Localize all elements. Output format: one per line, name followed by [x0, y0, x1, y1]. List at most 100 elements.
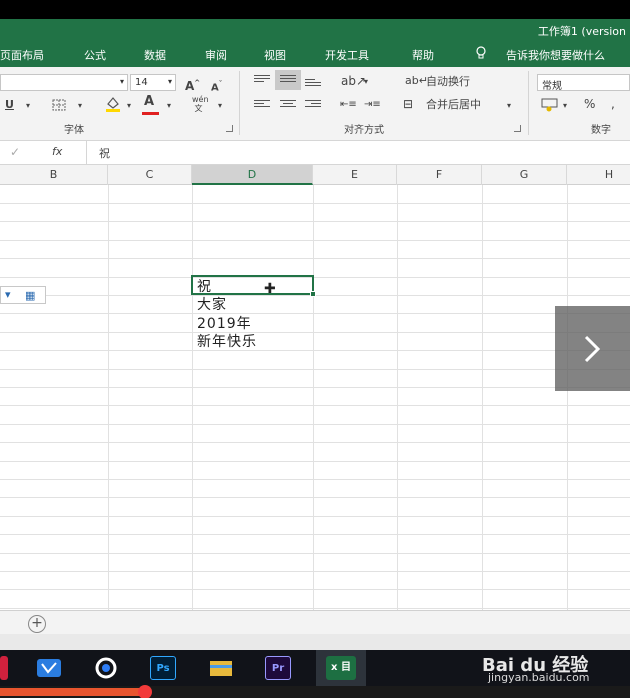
chevron-down-icon[interactable]: ▾	[78, 99, 82, 113]
font-color-button[interactable]: A	[144, 95, 154, 109]
tab-page-layout[interactable]: 页面布局	[0, 47, 44, 63]
formula-value: 祝	[99, 147, 110, 160]
grid-horizontal-line	[0, 258, 630, 259]
underline-button[interactable]: U	[5, 98, 14, 112]
flash-fill-icon: ▦	[25, 289, 36, 302]
merge-center-icon[interactable]: ⊟	[403, 97, 413, 111]
chevron-down-icon[interactable]: ▾	[563, 99, 567, 113]
comma-style-icon[interactable]: ,	[611, 97, 615, 111]
align-left-icon[interactable]	[254, 100, 270, 112]
percent-button[interactable]: %	[584, 97, 595, 111]
tab-view[interactable]: 视图	[264, 47, 286, 63]
phonetic-button[interactable]: wén 文	[192, 95, 209, 113]
border-icon[interactable]	[52, 99, 66, 111]
grid-horizontal-line	[0, 203, 630, 204]
grid-horizontal-line	[0, 534, 630, 535]
taskbar-xunlei-icon[interactable]	[36, 656, 62, 680]
check-icon[interactable]: ✓	[10, 145, 20, 159]
align-center-icon[interactable]	[280, 100, 296, 112]
column-header-e[interactable]: E	[313, 165, 397, 185]
video-progress-knob[interactable]	[138, 685, 152, 698]
wrap-text-icon[interactable]: ab↵	[405, 74, 428, 88]
shrink-font-button[interactable]: Aˇ	[211, 77, 222, 95]
tab-data[interactable]: 数据	[144, 47, 166, 63]
lightbulb-icon[interactable]	[475, 46, 487, 60]
accounting-format-icon[interactable]	[541, 98, 559, 112]
alignment-dialog-launcher-icon[interactable]	[514, 125, 521, 132]
grid-horizontal-line	[0, 350, 630, 351]
tell-me-search[interactable]: 告诉我你想要做什么	[506, 47, 605, 63]
grid-horizontal-line	[0, 608, 630, 609]
taskbar-excel-icon[interactable]: x 目	[326, 656, 356, 680]
group-label-number: 数字	[591, 125, 611, 136]
screen: 工作簿1 (version 页面布局 公式 数据 审阅 视图 开发工具 帮助 告…	[0, 0, 630, 698]
column-header-h[interactable]: H	[567, 165, 630, 185]
cell-d-row3[interactable]: 2019年	[197, 313, 252, 333]
cell-cursor-icon: ✚	[264, 281, 276, 297]
column-header-d[interactable]: D	[192, 165, 313, 185]
number-format-dropdown[interactable]: 常规	[537, 74, 630, 92]
grid-horizontal-line	[0, 313, 630, 314]
orientation-icon[interactable]: ab↗	[341, 74, 366, 88]
worksheet-grid[interactable]: B C D E F G H ▾ ▦ 祝 大家 2019年 新年快乐 ✚	[0, 165, 630, 610]
video-progress-bar[interactable]	[0, 685, 630, 698]
chevron-down-icon[interactable]: ▾	[127, 99, 131, 113]
fill-color-icon[interactable]	[104, 95, 122, 113]
chevron-down-icon[interactable]: ▾	[507, 99, 511, 113]
taskbar-browser-icon[interactable]	[93, 656, 119, 680]
chevron-down-icon[interactable]: ▾	[364, 75, 368, 89]
font-name-dropdown[interactable]: ▾	[0, 74, 128, 91]
grid-horizontal-line	[0, 221, 630, 222]
column-header-b[interactable]: B	[0, 165, 108, 185]
cell-d-row1[interactable]: 祝	[197, 276, 212, 296]
column-headers: B C D E F G H	[0, 165, 630, 185]
chevron-down-icon: ▾	[167, 77, 172, 86]
video-progress-fill	[0, 688, 145, 696]
column-header-f[interactable]: F	[397, 165, 482, 185]
cell-d-row2[interactable]: 大家	[197, 294, 227, 314]
ribbon: ▾ 14 ▾ A^ Aˇ U ▾ ▾ ▾ A ▾ wén 文 ▾ 字体 ab↗ …	[0, 67, 630, 141]
taskbar-app-icon[interactable]	[0, 656, 8, 680]
chevron-down-icon[interactable]: ▾	[218, 99, 222, 113]
wrap-text-label[interactable]: 自动换行	[426, 75, 470, 89]
baidu-watermark-url: jingyan.baidu.com	[488, 671, 590, 684]
merge-center-label[interactable]: 合并后居中	[426, 98, 481, 112]
grid-horizontal-line	[0, 332, 630, 333]
taskbar-premiere-icon[interactable]: Pr	[265, 656, 291, 680]
align-top-icon[interactable]	[254, 75, 270, 87]
tab-developer[interactable]: 开发工具	[325, 47, 369, 63]
function-icon[interactable]: fx	[52, 145, 62, 158]
tab-review[interactable]: 审阅	[205, 47, 227, 63]
grow-font-button[interactable]: A^	[185, 76, 200, 93]
phonetic-label: wén	[192, 95, 209, 104]
grid-vertical-line	[567, 185, 568, 610]
next-slide-button[interactable]	[555, 306, 630, 391]
column-header-c[interactable]: C	[108, 165, 192, 185]
tab-help[interactable]: 帮助	[412, 47, 434, 63]
align-right-icon[interactable]	[305, 100, 321, 112]
grid-horizontal-line	[0, 424, 630, 425]
font-dialog-launcher-icon[interactable]	[226, 125, 233, 132]
font-size-dropdown[interactable]: 14 ▾	[130, 74, 176, 91]
chevron-down-icon[interactable]: ▾	[26, 99, 30, 113]
column-header-g[interactable]: G	[482, 165, 567, 185]
chevron-down-icon[interactable]: ▾	[167, 99, 171, 113]
align-middle-button[interactable]	[275, 70, 301, 90]
add-sheet-button[interactable]: +	[28, 615, 46, 633]
grid-vertical-line	[192, 185, 193, 610]
formula-input[interactable]: 祝	[86, 141, 630, 164]
paste-options-button[interactable]: ▾ ▦	[0, 286, 46, 304]
decrease-indent-icon[interactable]: ⇤≡	[340, 98, 357, 112]
grid-horizontal-line	[0, 405, 630, 406]
grid-horizontal-line	[0, 553, 630, 554]
tab-formulas[interactable]: 公式	[84, 47, 106, 63]
align-bottom-icon[interactable]	[305, 79, 321, 91]
group-divider	[239, 71, 240, 135]
font-color-label: A	[144, 94, 155, 109]
cell-d-row4[interactable]: 新年快乐	[197, 331, 257, 351]
taskbar-folder-icon[interactable]	[208, 656, 234, 680]
grow-font-label: A	[185, 79, 195, 93]
increase-indent-icon[interactable]: ⇥≡	[364, 98, 381, 112]
fill-handle[interactable]	[310, 291, 316, 297]
taskbar-photoshop-icon[interactable]: Ps	[150, 656, 176, 680]
